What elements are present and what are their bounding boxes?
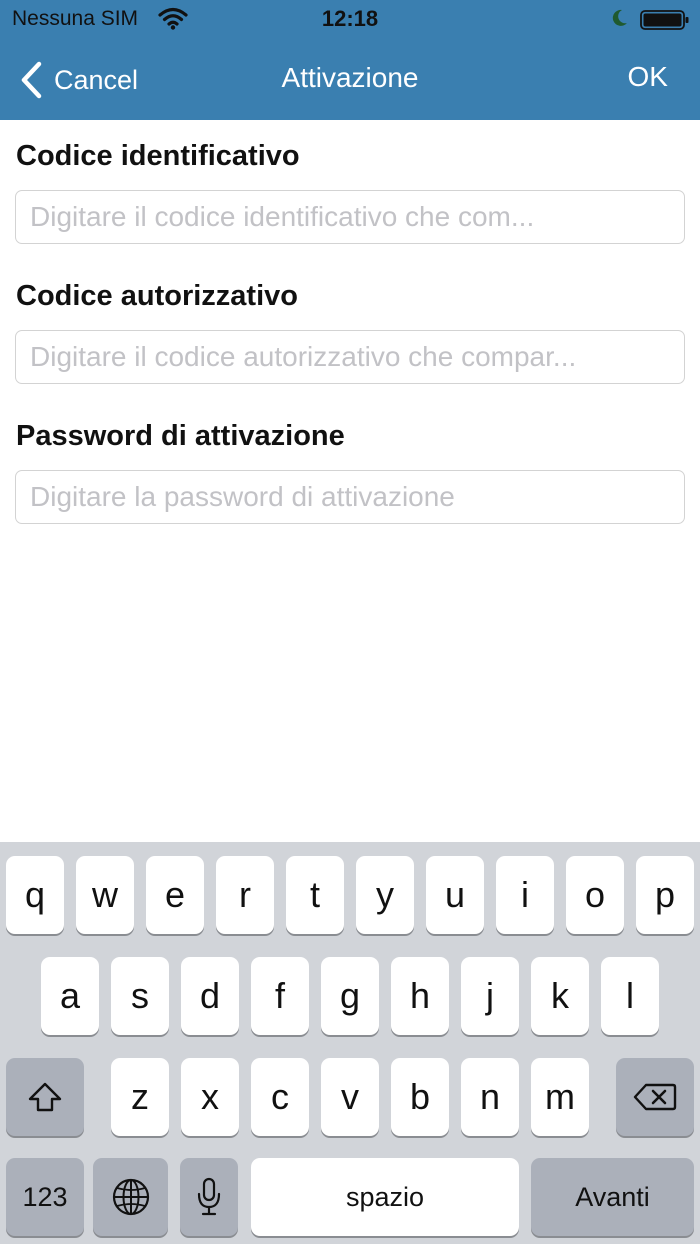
globe-key[interactable] [93, 1158, 168, 1236]
key-z[interactable]: z [111, 1058, 169, 1136]
key-k[interactable]: k [531, 957, 589, 1035]
key-v[interactable]: v [321, 1058, 379, 1136]
key-a[interactable]: a [41, 957, 99, 1035]
numbers-key[interactable]: 123 [6, 1158, 84, 1236]
identification-code-label: Codice identificativo [16, 140, 300, 172]
navigation-bar: Cancel Attivazione OK [0, 40, 700, 120]
dictation-key[interactable] [180, 1158, 238, 1236]
key-q[interactable]: q [6, 856, 64, 934]
next-key[interactable]: Avanti [531, 1158, 694, 1236]
authorization-code-input[interactable] [15, 330, 685, 384]
key-u[interactable]: u [426, 856, 484, 934]
key-h[interactable]: h [391, 957, 449, 1035]
key-o[interactable]: o [566, 856, 624, 934]
key-f[interactable]: f [251, 957, 309, 1035]
moon-icon [612, 9, 627, 26]
key-c[interactable]: c [251, 1058, 309, 1136]
key-n[interactable]: n [461, 1058, 519, 1136]
key-e[interactable]: e [146, 856, 204, 934]
globe-icon [112, 1178, 149, 1216]
key-g[interactable]: g [321, 957, 379, 1035]
key-l[interactable]: l [601, 957, 659, 1035]
page-title: Attivazione [281, 62, 419, 93]
key-s[interactable]: s [111, 957, 169, 1035]
key-j[interactable]: j [461, 957, 519, 1035]
keyboard: q w e r t y u i o p a s d f g h j k l z … [0, 842, 700, 1244]
key-b[interactable]: b [391, 1058, 449, 1136]
key-m[interactable]: m [531, 1058, 589, 1136]
authorization-code-label: Codice autorizzativo [16, 280, 298, 312]
key-y[interactable]: y [356, 856, 414, 934]
key-p[interactable]: p [636, 856, 694, 934]
space-key[interactable]: spazio [251, 1158, 519, 1236]
key-i[interactable]: i [496, 856, 554, 934]
key-d[interactable]: d [181, 957, 239, 1035]
backspace-icon [633, 1083, 677, 1111]
key-r[interactable]: r [216, 856, 274, 934]
microphone-icon [197, 1177, 221, 1216]
ok-button[interactable]: OK [628, 61, 668, 93]
identification-code-input[interactable] [15, 190, 685, 244]
key-x[interactable]: x [181, 1058, 239, 1136]
activation-password-label: Password di attivazione [16, 420, 345, 452]
shift-key[interactable] [6, 1058, 84, 1136]
shift-icon [28, 1082, 62, 1112]
key-w[interactable]: w [76, 856, 134, 934]
battery-icon [640, 10, 689, 30]
backspace-key[interactable] [616, 1058, 694, 1136]
key-t[interactable]: t [286, 856, 344, 934]
status-bar: Nessuna SIM 12:18 [0, 0, 700, 40]
activation-password-input[interactable] [15, 470, 685, 524]
clock: 12:18 [321, 6, 379, 31]
